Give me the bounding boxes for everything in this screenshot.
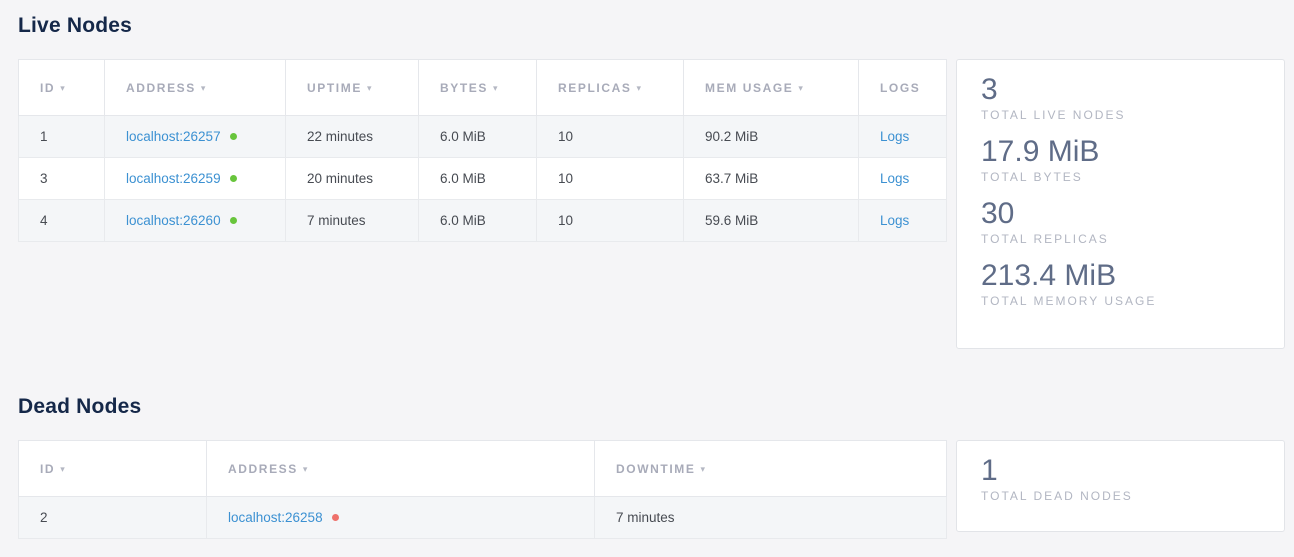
sort-arrow-icon: ▾ — [493, 83, 499, 93]
stat-value: 213.4 MiB — [981, 259, 1260, 292]
stat-value: 3 — [981, 73, 1260, 106]
node-replicas-cell: 10 — [537, 116, 684, 158]
stat-label: TOTAL REPLICAS — [981, 232, 1260, 246]
node-id-cell: 4 — [19, 200, 105, 242]
sort-arrow-icon: ▾ — [60, 83, 66, 93]
live-header-logs: LOGS — [859, 60, 947, 116]
dead-table-header-row: ID▾ ADDRESS▾ DOWNTIME▾ — [19, 441, 947, 497]
node-address-link[interactable]: localhost:26260 — [126, 213, 221, 228]
live-header-id[interactable]: ID▾ — [19, 60, 105, 116]
node-logs-cell: Logs — [859, 200, 947, 242]
stat-value: 17.9 MiB — [981, 135, 1260, 168]
live-nodes-table: ID▾ ADDRESS▾ UPTIME▾ BYTES▾ REPLICAS▾ ME… — [18, 59, 947, 242]
node-id-cell: 3 — [19, 158, 105, 200]
sort-arrow-icon: ▾ — [798, 83, 804, 93]
live-nodes-title: Live Nodes — [18, 14, 1285, 38]
stat-value: 1 — [981, 454, 1260, 487]
live-header-replicas[interactable]: REPLICAS▾ — [537, 60, 684, 116]
node-id-cell: 1 — [19, 116, 105, 158]
node-mem-usage-cell: 59.6 MiB — [684, 200, 859, 242]
logs-link[interactable]: Logs — [880, 171, 909, 186]
stat-total-bytes: 17.9 MiB TOTAL BYTES — [981, 135, 1260, 184]
node-mem-usage-cell: 63.7 MiB — [684, 158, 859, 200]
stat-label: TOTAL BYTES — [981, 170, 1260, 184]
node-address-cell: localhost:26260 — [105, 200, 286, 242]
live-header-bytes[interactable]: BYTES▾ — [419, 60, 537, 116]
table-row: 3 localhost:26259 20 minutes 6.0 MiB 10 … — [19, 158, 947, 200]
stat-label: TOTAL DEAD NODES — [981, 489, 1260, 503]
logs-link[interactable]: Logs — [880, 213, 909, 228]
node-bytes-cell: 6.0 MiB — [419, 116, 537, 158]
sort-arrow-icon: ▾ — [636, 83, 642, 93]
node-address-link[interactable]: localhost:26259 — [126, 171, 221, 186]
dead-header-id[interactable]: ID▾ — [19, 441, 207, 497]
live-header-mem-usage[interactable]: MEM USAGE▾ — [684, 60, 859, 116]
live-nodes-section: Live Nodes ID▾ ADDRESS▾ UPTIME▾ BYTES▾ R… — [18, 14, 1285, 349]
live-table-header-row: ID▾ ADDRESS▾ UPTIME▾ BYTES▾ REPLICAS▾ ME… — [19, 60, 947, 116]
stat-label: TOTAL LIVE NODES — [981, 108, 1260, 122]
node-logs-cell: Logs — [859, 116, 947, 158]
table-row: 2 localhost:26258 7 minutes — [19, 497, 947, 539]
live-status-dot-icon — [230, 217, 237, 224]
node-bytes-cell: 6.0 MiB — [419, 200, 537, 242]
dead-status-dot-icon — [332, 514, 339, 521]
dead-nodes-table: ID▾ ADDRESS▾ DOWNTIME▾ 2 localhost:26258… — [18, 440, 947, 539]
dead-nodes-section: Dead Nodes ID▾ ADDRESS▾ DOWNTIME▾ 2 loca… — [18, 395, 1285, 539]
node-address-link[interactable]: localhost:26257 — [126, 129, 221, 144]
live-status-dot-icon — [230, 175, 237, 182]
table-row: 4 localhost:26260 7 minutes 6.0 MiB 10 5… — [19, 200, 947, 242]
sort-arrow-icon: ▾ — [201, 83, 207, 93]
live-status-dot-icon — [230, 133, 237, 140]
node-uptime-cell: 7 minutes — [286, 200, 419, 242]
node-logs-cell: Logs — [859, 158, 947, 200]
live-header-uptime[interactable]: UPTIME▾ — [286, 60, 419, 116]
stat-value: 30 — [981, 197, 1260, 230]
stat-total-memory-usage: 213.4 MiB TOTAL MEMORY USAGE — [981, 259, 1260, 308]
node-mem-usage-cell: 90.2 MiB — [684, 116, 859, 158]
live-nodes-summary-card: 3 TOTAL LIVE NODES 17.9 MiB TOTAL BYTES … — [956, 59, 1285, 349]
node-uptime-cell: 20 minutes — [286, 158, 419, 200]
node-address-cell: localhost:26259 — [105, 158, 286, 200]
stat-total-live-nodes: 3 TOTAL LIVE NODES — [981, 73, 1260, 122]
node-replicas-cell: 10 — [537, 200, 684, 242]
dead-nodes-summary-card: 1 TOTAL DEAD NODES — [956, 440, 1285, 532]
node-address-cell: localhost:26258 — [207, 497, 595, 539]
dead-header-address[interactable]: ADDRESS▾ — [207, 441, 595, 497]
stat-total-dead-nodes: 1 TOTAL DEAD NODES — [981, 454, 1260, 503]
table-row: 1 localhost:26257 22 minutes 6.0 MiB 10 … — [19, 116, 947, 158]
sort-arrow-icon: ▾ — [303, 464, 309, 474]
dead-nodes-title: Dead Nodes — [18, 395, 1285, 419]
node-id-cell: 2 — [19, 497, 207, 539]
sort-arrow-icon: ▾ — [367, 83, 373, 93]
stat-total-replicas: 30 TOTAL REPLICAS — [981, 197, 1260, 246]
stat-label: TOTAL MEMORY USAGE — [981, 294, 1260, 308]
live-header-address[interactable]: ADDRESS▾ — [105, 60, 286, 116]
dead-header-downtime[interactable]: DOWNTIME▾ — [595, 441, 947, 497]
logs-link[interactable]: Logs — [880, 129, 909, 144]
node-address-link[interactable]: localhost:26258 — [228, 510, 323, 525]
node-address-cell: localhost:26257 — [105, 116, 286, 158]
sort-arrow-icon: ▾ — [60, 464, 66, 474]
node-downtime-cell: 7 minutes — [595, 497, 947, 539]
node-uptime-cell: 22 minutes — [286, 116, 419, 158]
node-replicas-cell: 10 — [537, 158, 684, 200]
node-bytes-cell: 6.0 MiB — [419, 158, 537, 200]
sort-arrow-icon: ▾ — [700, 464, 706, 474]
